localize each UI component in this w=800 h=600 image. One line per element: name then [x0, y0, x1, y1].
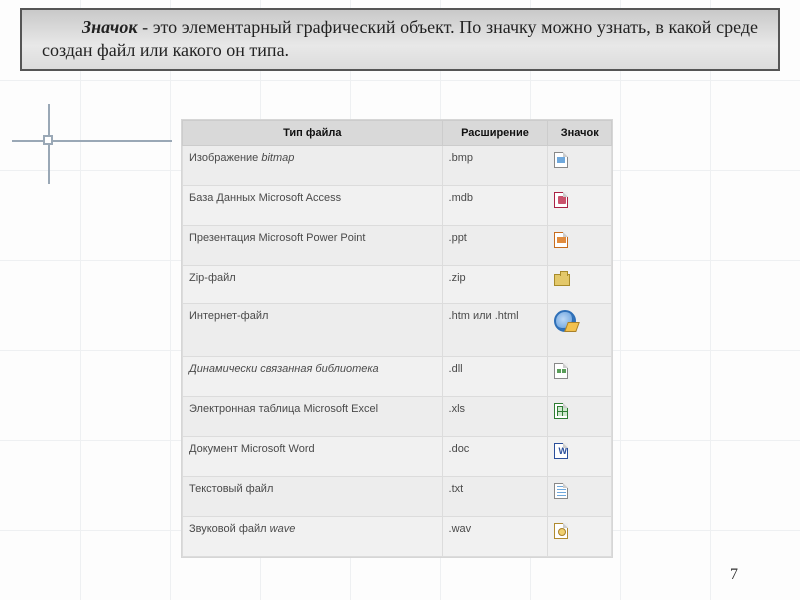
doc-icon: W — [554, 443, 568, 459]
header-type: Тип файла — [183, 121, 443, 146]
table-row: Презентация Microsoft Power Point .ppt — [183, 226, 612, 266]
cell-ext: .xls — [442, 397, 548, 437]
cell-type: Zip-файл — [189, 272, 236, 284]
table-row: Динамически связанная библиотека .dll — [183, 357, 612, 397]
cell-type: Презентация Microsoft Power Point — [189, 232, 365, 244]
decor-crosshair — [12, 104, 172, 194]
definition-term: Значок — [82, 17, 138, 37]
cell-ext: .htm или .html — [442, 304, 548, 357]
cell-ext: .mdb — [442, 186, 548, 226]
table-row: Интернет-файл .htm или .html — [183, 304, 612, 357]
cell-ext: .zip — [442, 266, 548, 304]
zip-icon — [554, 274, 570, 286]
header-ext: Расширение — [442, 121, 548, 146]
txt-icon — [554, 483, 568, 499]
cell-type-italic: Динамически связанная библиотека — [189, 363, 379, 375]
cell-type-italic: bitmap — [261, 152, 294, 164]
cell-ext: .dll — [442, 357, 548, 397]
cell-type: Интернет-файл — [189, 310, 268, 322]
header-icon: Значок — [548, 121, 612, 146]
xls-icon — [554, 403, 568, 419]
cell-type: Звуковой файл — [189, 523, 270, 535]
table-row: Zip-файл .zip — [183, 266, 612, 304]
ppt-icon — [554, 232, 568, 248]
table-row: База Данных Microsoft Access .mdb — [183, 186, 612, 226]
wav-icon — [554, 523, 568, 539]
table-row: Текстовый файл .txt — [183, 477, 612, 517]
cell-type-italic: wave — [270, 523, 296, 535]
cell-type: Документ Microsoft Word — [189, 443, 315, 455]
definition-panel: Значок - это элементарный графический об… — [20, 8, 780, 71]
table-row: Документ Microsoft Word .doc W — [183, 437, 612, 477]
bmp-icon — [554, 152, 568, 168]
page-number: 7 — [730, 566, 738, 584]
cell-ext: .bmp — [442, 146, 548, 186]
table-row: Изображение bitmap .bmp — [183, 146, 612, 186]
table-header-row: Тип файла Расширение Значок — [183, 121, 612, 146]
file-types-table: Тип файла Расширение Значок Изображение … — [182, 120, 612, 557]
html-icon — [554, 310, 576, 332]
cell-ext: .doc — [442, 437, 548, 477]
dll-icon — [554, 363, 568, 379]
cell-type: База Данных Microsoft Access — [189, 192, 341, 204]
cell-ext: .wav — [442, 517, 548, 557]
table-row: Звуковой файл wave .wav — [183, 517, 612, 557]
cell-type: Изображение — [189, 152, 261, 164]
cell-type: Текстовый файл — [189, 483, 273, 495]
cell-type: Электронная таблица Microsoft Excel — [189, 403, 378, 415]
cell-ext: .txt — [442, 477, 548, 517]
cell-ext: .ppt — [442, 226, 548, 266]
mdb-icon — [554, 192, 568, 208]
definition-dash: - — [138, 17, 153, 37]
table-row: Электронная таблица Microsoft Excel .xls — [183, 397, 612, 437]
